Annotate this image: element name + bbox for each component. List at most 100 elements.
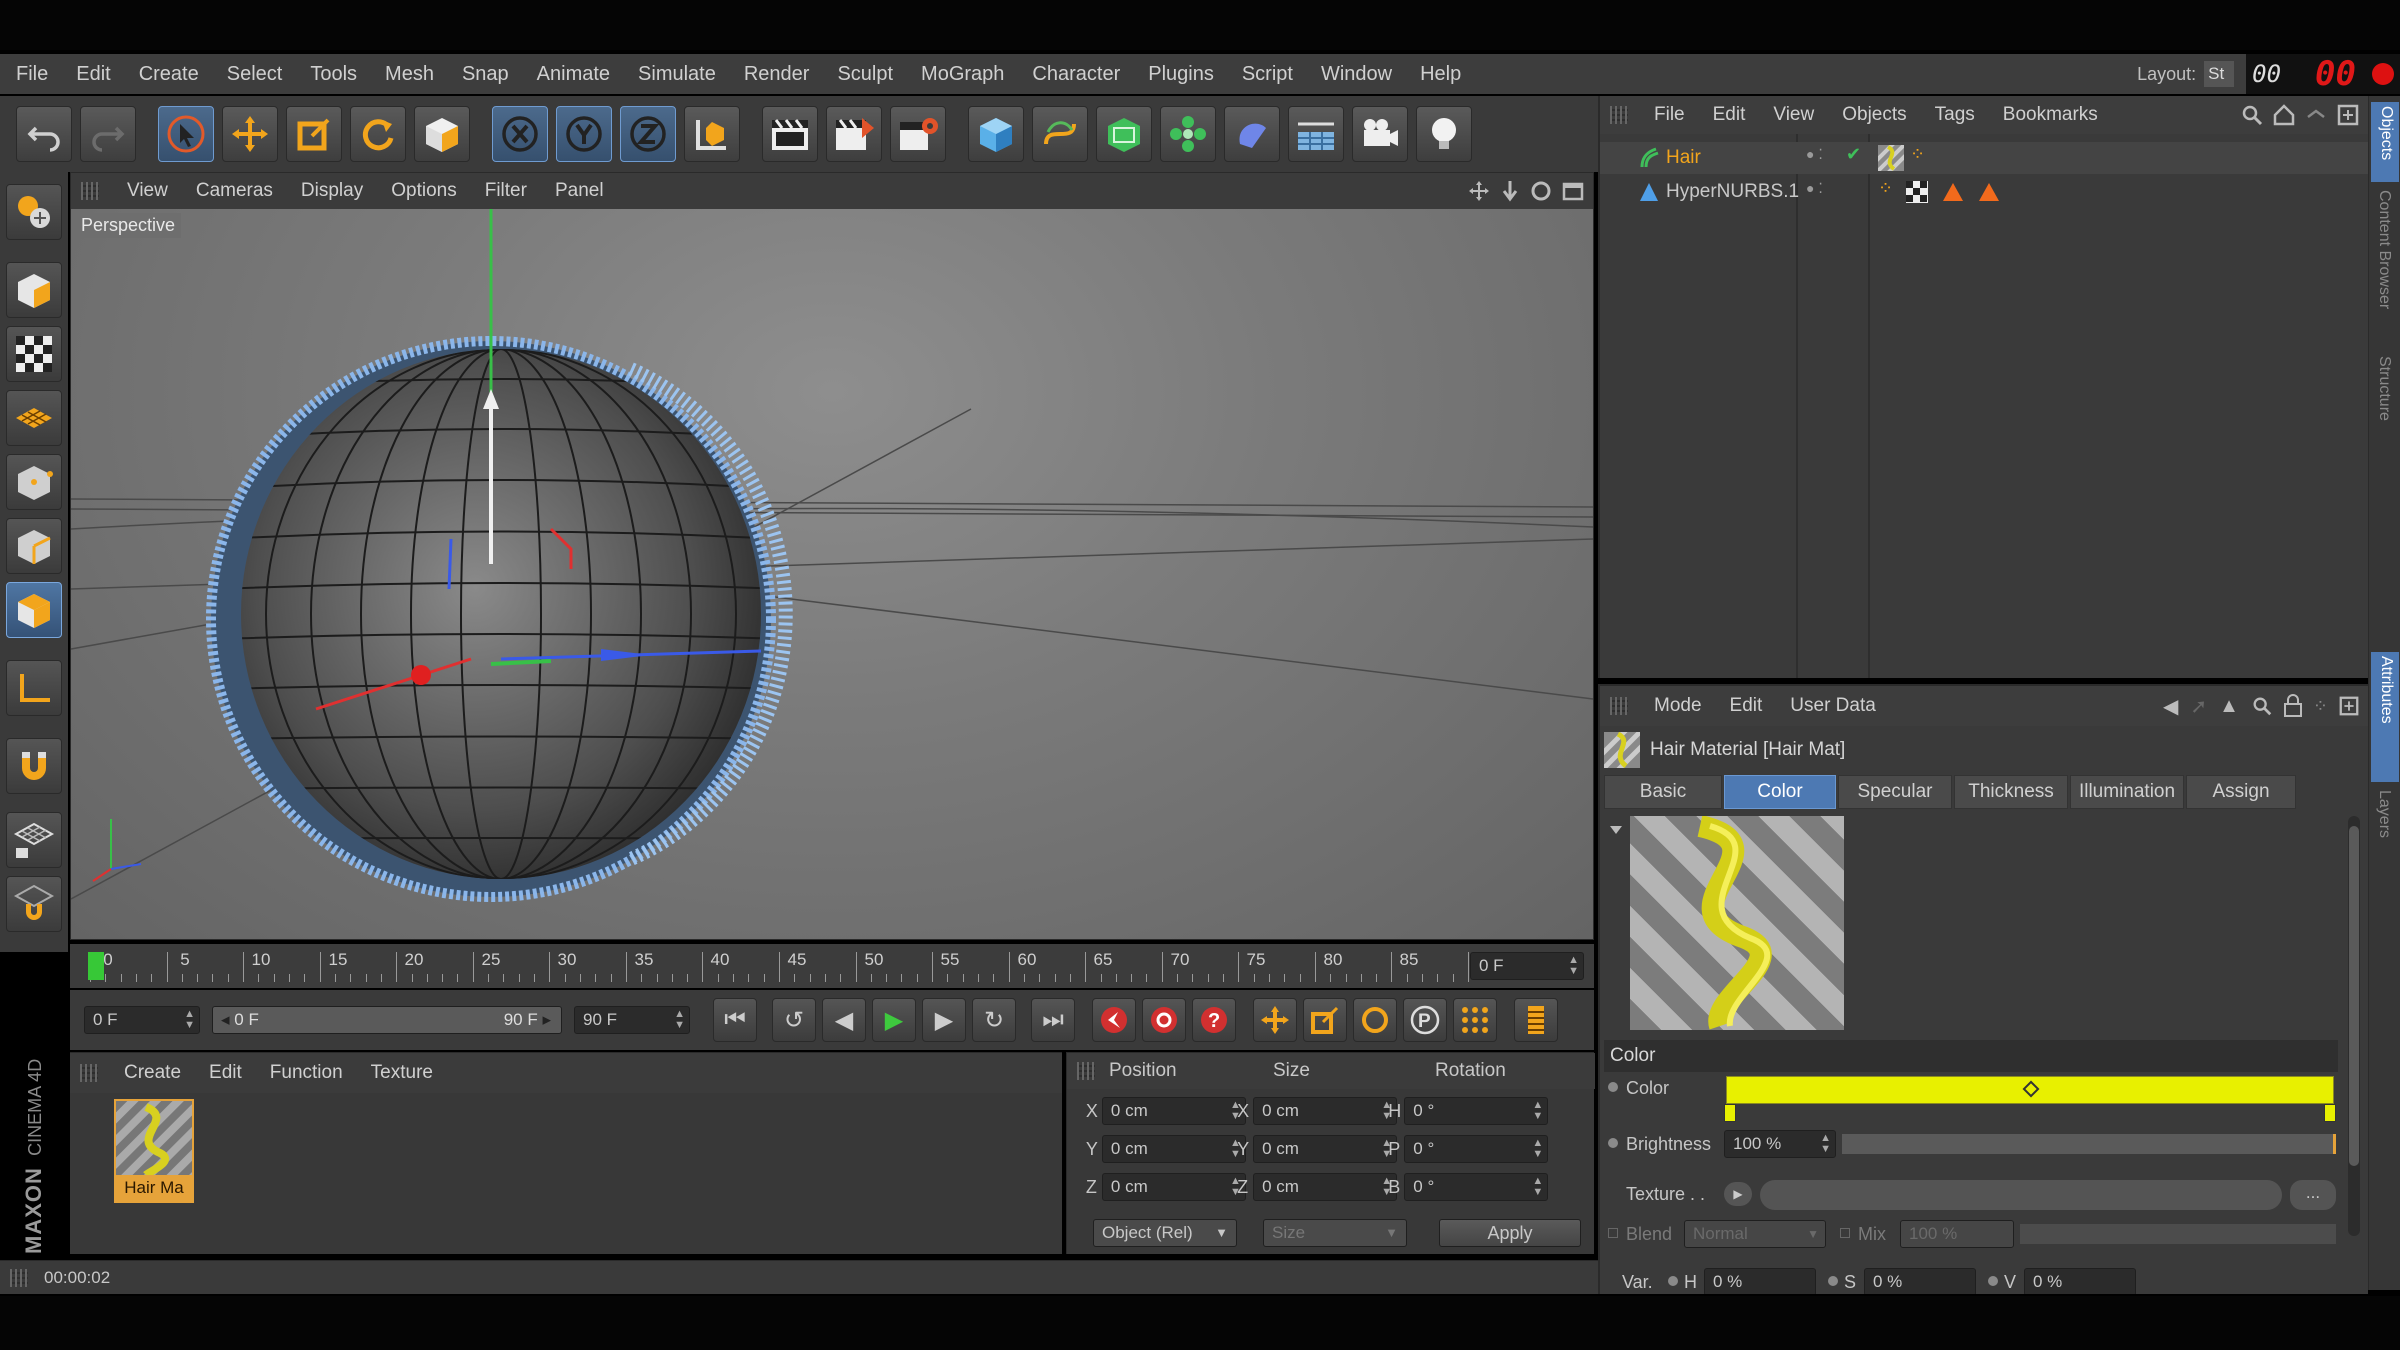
enabled-check-icon[interactable]: ✔ [1846, 144, 1861, 165]
position-field[interactable]: 0 cm ▲ ▼ [1101, 1097, 1246, 1125]
undo-button[interactable] [16, 106, 72, 162]
material-menu-function[interactable]: Function [256, 1062, 357, 1084]
tab-specular[interactable]: Specular [1838, 775, 1952, 809]
up-icon[interactable] [2304, 103, 2328, 127]
viewport-canvas[interactable]: Perspective [71, 209, 1593, 939]
model-mode-button[interactable] [6, 262, 62, 318]
texture-menu-button[interactable]: ▶ [1724, 1182, 1752, 1206]
animate-dot-icon[interactable] [1828, 1276, 1838, 1286]
search-icon[interactable] [2251, 695, 2273, 717]
soft-selection-button[interactable] [6, 876, 62, 932]
mograph-button[interactable] [1160, 106, 1216, 162]
camera-button[interactable] [1352, 106, 1408, 162]
axis-mode-button[interactable] [6, 660, 62, 716]
workplane-lock-button[interactable] [6, 812, 62, 868]
keyframe-selection-button[interactable]: ? [1192, 998, 1236, 1042]
points-tag-icon[interactable]: ⁘ [1878, 178, 1893, 199]
gradient-stop-left[interactable] [1724, 1104, 1736, 1122]
menu-script[interactable]: Script [1228, 63, 1307, 86]
lock-icon[interactable] [2283, 694, 2303, 718]
size-field[interactable]: 0 cm ▲ ▼ [1253, 1097, 1398, 1125]
light-button[interactable] [1416, 106, 1472, 162]
new-window-icon[interactable] [2336, 103, 2360, 127]
gradient-stop-right[interactable] [2324, 1104, 2336, 1122]
recent-tools-button[interactable] [414, 106, 470, 162]
animate-dot-icon[interactable] [1988, 1276, 1998, 1286]
menu-window[interactable]: Window [1307, 63, 1406, 86]
mix-slider[interactable] [2020, 1224, 2336, 1244]
menu-select[interactable]: Select [213, 63, 297, 86]
go-to-end-button[interactable]: ⏭ [1031, 998, 1075, 1042]
menu-render[interactable]: Render [730, 63, 824, 86]
menu-file[interactable]: File [2, 63, 62, 86]
tab-illumination[interactable]: Illumination [2070, 775, 2184, 809]
attributes-menu-user-data[interactable]: User Data [1776, 695, 1890, 717]
y-axis-button[interactable] [556, 106, 612, 162]
previous-frame-button[interactable]: ◀ [822, 998, 866, 1042]
size-mode-dropdown[interactable]: Size ▼ [1263, 1219, 1407, 1247]
polygons-mode-button[interactable] [6, 582, 62, 638]
current-frame-field[interactable]: 0 F ▲ ▼ [1470, 952, 1584, 980]
menu-animate[interactable]: Animate [523, 63, 624, 86]
objects-menu-bookmarks[interactable]: Bookmarks [1989, 104, 2112, 126]
workplane-mode-button[interactable] [6, 390, 62, 446]
rotate-view-icon[interactable] [1529, 179, 1553, 203]
viewport-menu-display[interactable]: Display [287, 180, 377, 202]
back-arrow-icon[interactable]: ◀ [2163, 694, 2178, 719]
end-frame-field[interactable]: 90 F ▲ ▼ [574, 1006, 690, 1034]
key-pla-button[interactable] [1453, 998, 1497, 1042]
side-tab-objects[interactable]: Objects [2371, 102, 2399, 182]
objects-menu-objects[interactable]: Objects [1828, 104, 1920, 126]
tab-basic[interactable]: Basic [1604, 775, 1722, 809]
rotation-field[interactable]: 0 ° ▲ ▼ [1404, 1135, 1549, 1163]
menu-edit[interactable]: Edit [62, 63, 124, 86]
key-parameter-button[interactable]: P [1403, 998, 1447, 1042]
previous-key-button[interactable]: ↺ [772, 998, 816, 1042]
collapse-arrow-icon[interactable] [1608, 822, 1624, 838]
animate-dot-icon[interactable] [1608, 1082, 1618, 1092]
blend-checkbox[interactable] [1608, 1228, 1618, 1238]
menu-create[interactable]: Create [125, 63, 213, 86]
rotation-field[interactable]: 0 ° ▲ ▼ [1404, 1173, 1549, 1201]
gradient-midpoint-knob[interactable] [2022, 1080, 2040, 1098]
timeline-playhead[interactable] [88, 952, 104, 980]
render-settings-button[interactable] [890, 106, 946, 162]
rotate-button[interactable] [350, 106, 406, 162]
side-tab-attributes[interactable]: Attributes [2371, 652, 2399, 782]
home-icon[interactable] [2272, 103, 2296, 127]
cube-object-button[interactable] [968, 106, 1024, 162]
redo-button[interactable] [80, 106, 136, 162]
menu-plugins[interactable]: Plugins [1134, 63, 1228, 86]
menu-help[interactable]: Help [1406, 63, 1475, 86]
next-frame-button[interactable]: ▶ [922, 998, 966, 1042]
warning-tag-icon[interactable] [1978, 181, 2000, 203]
var-v-field[interactable]: 0 % [2024, 1268, 2136, 1294]
object-row-hypernurbs[interactable]: HyperNURBS.1 ● ⁚ ⁘ [1600, 176, 2370, 208]
next-key-button[interactable]: ↻ [972, 998, 1016, 1042]
material-swatch[interactable]: Hair Ma [114, 1099, 194, 1203]
menu-simulate[interactable]: Simulate [624, 63, 730, 86]
tab-assign[interactable]: Assign [2186, 775, 2296, 809]
key-scale-button[interactable] [1303, 998, 1347, 1042]
texture-mode-button[interactable] [6, 326, 62, 382]
objects-menu-edit[interactable]: Edit [1699, 104, 1760, 126]
tab-thickness[interactable]: Thickness [1954, 775, 2068, 809]
menu-character[interactable]: Character [1018, 63, 1134, 86]
menu-mesh[interactable]: Mesh [371, 63, 448, 86]
objects-menu-file[interactable]: File [1640, 104, 1699, 126]
size-field[interactable]: 0 cm ▲ ▼ [1253, 1173, 1398, 1201]
zoom-view-icon[interactable] [1499, 179, 1521, 203]
material-menu-edit[interactable]: Edit [195, 1062, 256, 1084]
timeline-ruler[interactable]: 051015202530354045505560657075808590 0 F… [70, 944, 1594, 988]
attribute-scrollbar[interactable] [2348, 816, 2360, 1236]
mix-field[interactable]: 100 % [1900, 1220, 2014, 1248]
hair-material-tag-icon[interactable] [1878, 145, 1904, 171]
layout-dropdown[interactable]: St [2204, 61, 2235, 87]
material-menu-create[interactable]: Create [110, 1062, 195, 1084]
deformer-button[interactable] [1224, 106, 1280, 162]
side-tab-content-browser[interactable]: Content Browser [2371, 186, 2399, 346]
render-view-button[interactable] [762, 106, 818, 162]
tab-color[interactable]: Color [1724, 775, 1836, 809]
autokey-button[interactable] [1142, 998, 1186, 1042]
make-editable-button[interactable] [6, 184, 62, 240]
